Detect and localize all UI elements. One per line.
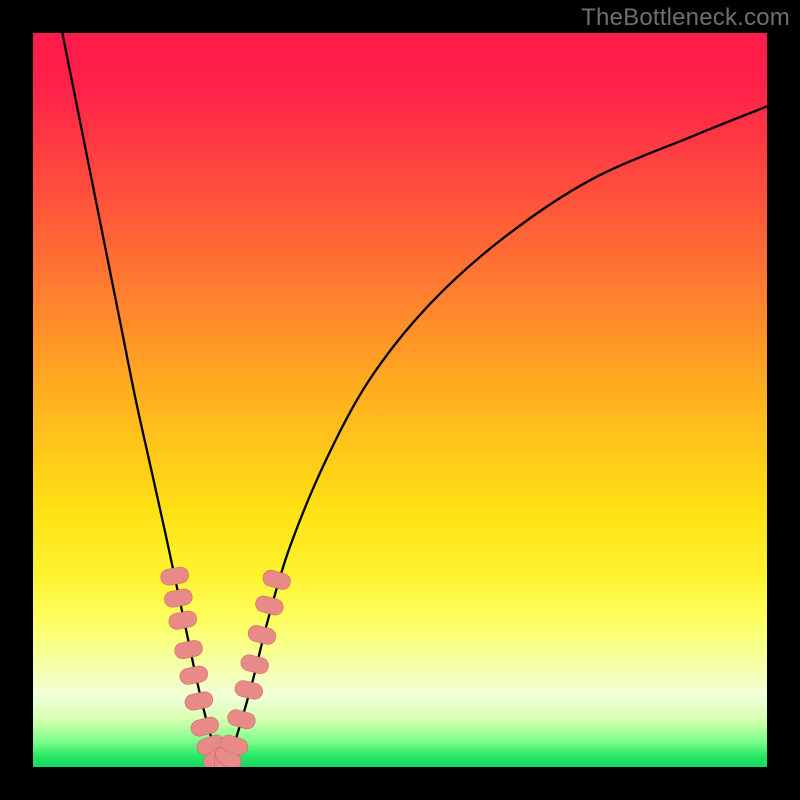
plot-background bbox=[33, 33, 767, 767]
chart-stage: TheBottleneck.com bbox=[0, 0, 800, 800]
chart-svg bbox=[0, 0, 800, 800]
